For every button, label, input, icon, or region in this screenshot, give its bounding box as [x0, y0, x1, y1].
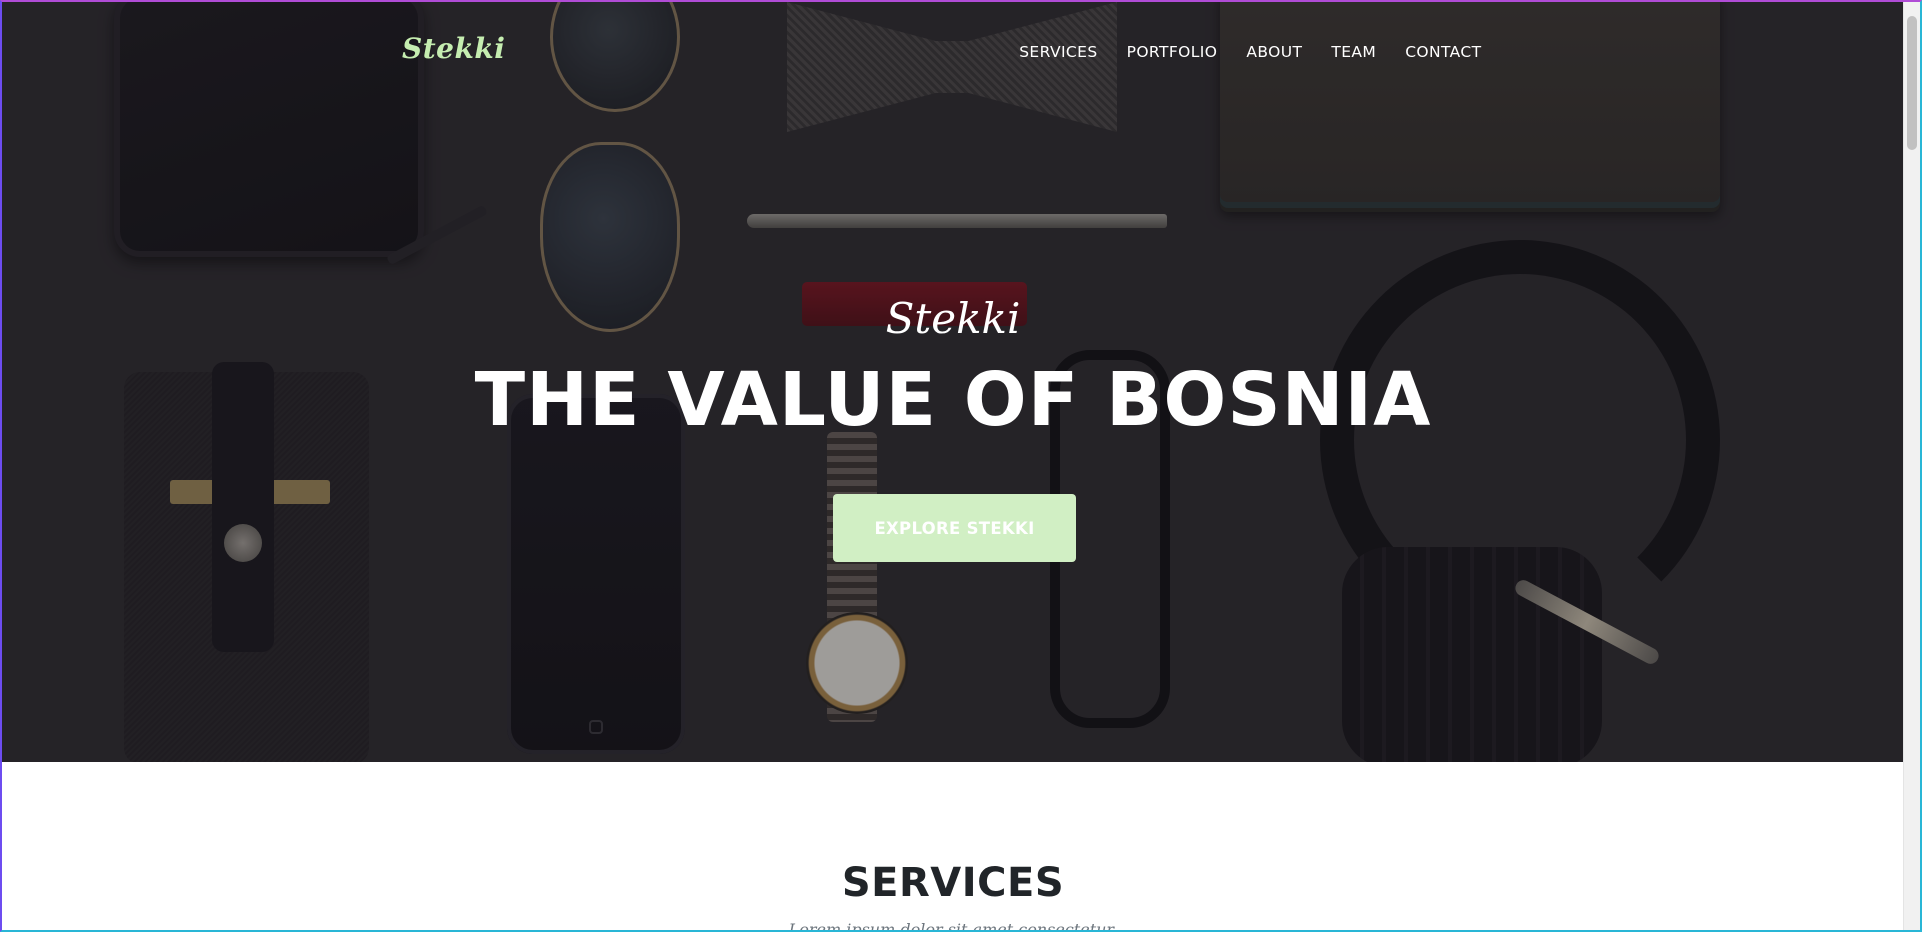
nav-link-services[interactable]: SERVICES [1005, 43, 1112, 61]
hero-heading: THE VALUE OF BOSNIA [474, 357, 1432, 443]
page-scrollbar[interactable] [1903, 2, 1920, 930]
scrollbar-thumb[interactable] [1907, 16, 1917, 150]
nav-link-contact[interactable]: CONTACT [1391, 43, 1496, 61]
main-navbar: Stekki SERVICES PORTFOLIO ABOUT TEAM CON… [2, 2, 1904, 106]
hero-section: Stekki SERVICES PORTFOLIO ABOUT TEAM CON… [2, 2, 1904, 762]
nav-link-about[interactable]: ABOUT [1232, 43, 1317, 61]
services-subheading: Lorem ipsum dolor sit amet consectetur. [788, 920, 1118, 932]
brand-logo[interactable]: Stekki [402, 32, 505, 65]
nav-link-team[interactable]: TEAM [1317, 43, 1391, 61]
nav-links: SERVICES PORTFOLIO ABOUT TEAM CONTACT [1005, 43, 1496, 61]
hero-subheading: Stekki [885, 294, 1021, 343]
explore-button[interactable]: EXPLORE STEKKI [833, 494, 1076, 562]
services-heading: SERVICES [841, 860, 1065, 906]
nav-link-portfolio[interactable]: PORTFOLIO [1112, 43, 1232, 61]
browser-viewport: Stekki SERVICES PORTFOLIO ABOUT TEAM CON… [0, 0, 1922, 932]
